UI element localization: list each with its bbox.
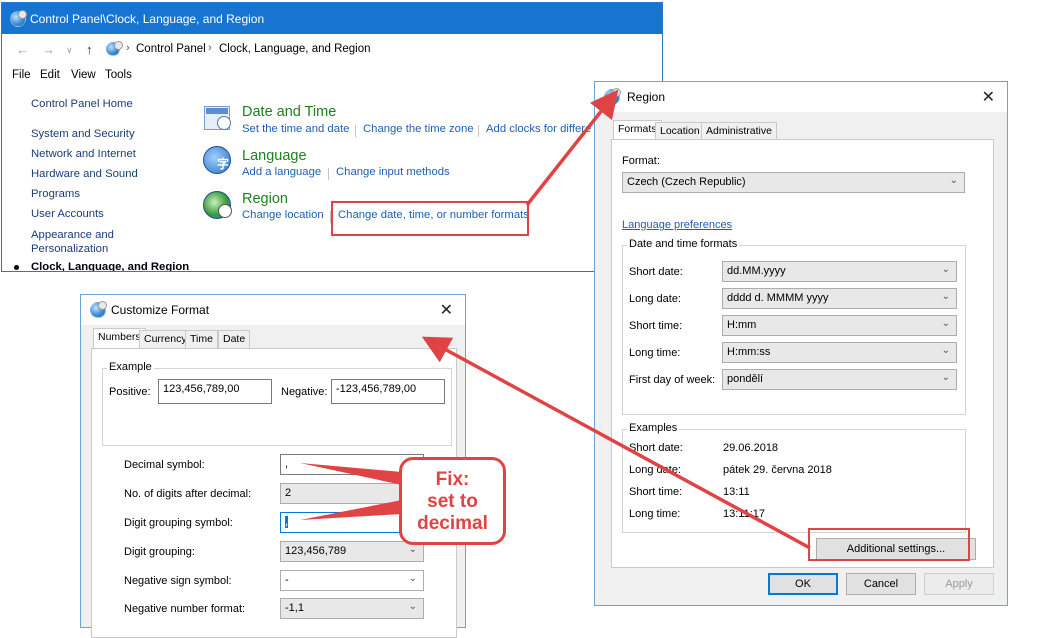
callout-pointer-decimal	[300, 463, 402, 485]
callout-line-1: Fix:	[435, 469, 470, 490]
fix-callout: Fix: set to decimal	[399, 457, 506, 545]
callout-line-2: set to	[427, 491, 478, 512]
arrow-to-region-dialog	[525, 89, 619, 207]
annotation-arrows	[300, 89, 811, 550]
callout-pointer-grouping	[300, 500, 402, 520]
callout-line-3: decimal	[417, 513, 488, 534]
